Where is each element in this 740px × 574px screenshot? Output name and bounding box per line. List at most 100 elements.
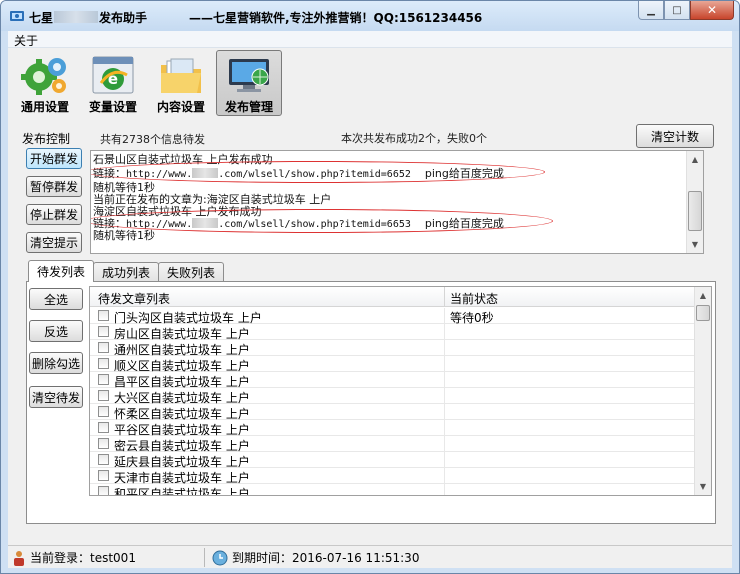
expire-panel: 到期时间：2016-07-16 11:51:30 [212, 546, 419, 569]
row-checkbox[interactable] [98, 342, 109, 353]
column-title-header[interactable]: 待发文章列表 [98, 290, 170, 307]
publish-control-label: 发布控制 [22, 132, 71, 146]
tool-label: 变量设置 [88, 100, 137, 114]
window-title: 七星 发布助手 [29, 9, 147, 26]
tool-content-settings[interactable]: 内容设置 [148, 50, 214, 116]
close-button[interactable]: ✕ [690, 1, 734, 20]
table-row[interactable]: 天津市自装式垃圾车 上户 [90, 468, 696, 485]
table-row[interactable]: 通州区自装式垃圾车 上户 [90, 340, 696, 357]
app-icon [10, 11, 24, 21]
log-scrollbar[interactable]: ▲ ▼ [686, 151, 703, 253]
row-checkbox[interactable] [98, 422, 109, 433]
publish-summary-text: 本次共发布成功2个，失败0个 [341, 132, 487, 145]
minimize-icon: ▁ [647, 4, 655, 16]
row-checkbox[interactable] [98, 358, 109, 369]
row-checkbox[interactable] [98, 406, 109, 417]
clear-tips-button[interactable]: 清空提示 [26, 232, 82, 253]
title-bar[interactable]: 七星 发布助手 ——七星营销软件,专注外推营销！QQ:1561234456 ▁ □… [1, 1, 739, 31]
grid-scrollbar[interactable]: ▲ ▼ [694, 287, 711, 495]
status-bar: 当前登录：test001 到期时间：2016-07-16 11:51:30 [8, 545, 732, 568]
scroll-up-icon[interactable]: ▲ [695, 287, 711, 304]
column-divider [444, 484, 445, 495]
column-divider [444, 287, 445, 307]
row-title: 和平区自装式垃圾车 上户 [114, 487, 250, 496]
scroll-thumb[interactable] [696, 305, 710, 321]
ie-globe-icon: e [92, 56, 134, 94]
clear-pending-button[interactable]: 清空待发 [29, 386, 83, 408]
table-row[interactable]: 昌平区自装式垃圾车 上户 [90, 372, 696, 389]
table-row[interactable]: 大兴区自装式垃圾车 上户 [90, 388, 696, 405]
maximize-icon: □ [672, 4, 682, 16]
row-checkbox[interactable] [98, 390, 109, 401]
scroll-down-icon[interactable]: ▼ [687, 236, 703, 253]
table-row[interactable]: 延庆县自装式垃圾车 上户 [90, 452, 696, 469]
tool-variable-settings[interactable]: e 变量设置 [80, 50, 146, 116]
stop-publish-button[interactable]: 停止群发 [26, 204, 82, 225]
title-redacted [54, 11, 99, 23]
tab-success[interactable]: 成功列表 [93, 262, 160, 282]
table-row[interactable]: 平谷区自装式垃圾车 上户 [90, 420, 696, 437]
delete-checked-button[interactable]: 删除勾选 [29, 352, 83, 374]
maximize-button[interactable]: □ [664, 1, 690, 20]
table-row[interactable]: 怀柔区自装式垃圾车 上户 [90, 404, 696, 421]
row-checkbox[interactable] [98, 374, 109, 385]
row-checkbox[interactable] [98, 310, 109, 321]
folder-icon [161, 58, 201, 93]
tool-label: 内容设置 [156, 100, 205, 114]
start-publish-button[interactable]: 开始群发 [26, 148, 82, 169]
table-row[interactable]: 密云县自装式垃圾车 上户 [90, 436, 696, 453]
table-row[interactable]: 门头沟区自装式垃圾车 上户 等待0秒 [90, 308, 696, 325]
tab-failed[interactable]: 失败列表 [158, 262, 225, 282]
row-checkbox[interactable] [98, 470, 109, 481]
table-row[interactable]: 房山区自装式垃圾车 上户 [90, 324, 696, 341]
log-line: 随机等待1秒 [93, 229, 155, 242]
row-checkbox[interactable] [98, 454, 109, 465]
column-divider [444, 372, 445, 388]
tab-pending[interactable]: 待发列表 [28, 260, 95, 282]
status-separator [204, 548, 205, 567]
pending-count-text: 共有2738个信息待发 [100, 133, 205, 146]
scroll-up-icon[interactable]: ▲ [687, 151, 703, 168]
column-divider [444, 340, 445, 356]
login-panel: 当前登录：test001 [12, 546, 136, 569]
minimize-button[interactable]: ▁ [638, 1, 664, 20]
highlight-oval [91, 209, 553, 233]
monitor-globe-icon [229, 59, 269, 92]
pending-articles-grid[interactable]: 待发文章列表 当前状态 门头沟区自装式垃圾车 上户 等待0秒 房山区自装式垃圾车 上… [89, 286, 712, 496]
column-divider [444, 420, 445, 436]
table-row[interactable]: 和平区自装式垃圾车 上户 [90, 484, 696, 496]
list-tabs: 待发列表 成功列表 失败列表 [28, 260, 225, 282]
tool-publish-management[interactable]: 发布管理 [216, 50, 282, 116]
client-area: 通用设置 e 变量设置 内容设置 发布管理 发布控制 共有2738个信息待发 本… [8, 48, 732, 545]
column-status-header[interactable]: 当前状态 [450, 290, 498, 307]
menu-bar: 关于 [8, 31, 732, 48]
window-title-suffix: 发布助手 [99, 11, 148, 25]
pause-publish-button[interactable]: 暂停群发 [26, 176, 82, 197]
column-divider [444, 324, 445, 340]
column-divider [444, 388, 445, 404]
row-checkbox[interactable] [98, 486, 109, 495]
row-checkbox[interactable] [98, 438, 109, 449]
window-controls: ▁ □ ✕ [638, 1, 734, 20]
column-divider [444, 404, 445, 420]
tool-label: 通用设置 [20, 100, 69, 114]
tool-label: 发布管理 [224, 100, 273, 114]
table-row[interactable]: 顺义区自装式垃圾车 上户 [90, 356, 696, 373]
menu-about[interactable]: 关于 [14, 32, 38, 49]
column-divider [444, 452, 445, 468]
user-icon [14, 550, 24, 566]
publish-log[interactable]: 石景山区自装式垃圾车 上户发布成功 链接：http://www. .com/wls… [90, 150, 704, 254]
highlight-oval [91, 161, 545, 183]
row-checkbox[interactable] [98, 326, 109, 337]
invert-selection-button[interactable]: 反选 [29, 320, 83, 342]
scroll-thumb[interactable] [688, 191, 702, 231]
column-divider [444, 356, 445, 372]
column-divider [444, 468, 445, 484]
main-window: 七星 发布助手 ——七星营销软件,专注外推营销！QQ:1561234456 ▁ □… [0, 0, 740, 574]
login-text: 当前登录：test001 [30, 551, 136, 565]
select-all-button[interactable]: 全选 [29, 288, 83, 310]
toolbar: 通用设置 e 变量设置 内容设置 发布管理 [12, 50, 282, 118]
tool-general-settings[interactable]: 通用设置 [12, 50, 78, 116]
clear-count-button[interactable]: 清空计数 [636, 124, 714, 148]
scroll-down-icon[interactable]: ▼ [695, 478, 711, 495]
